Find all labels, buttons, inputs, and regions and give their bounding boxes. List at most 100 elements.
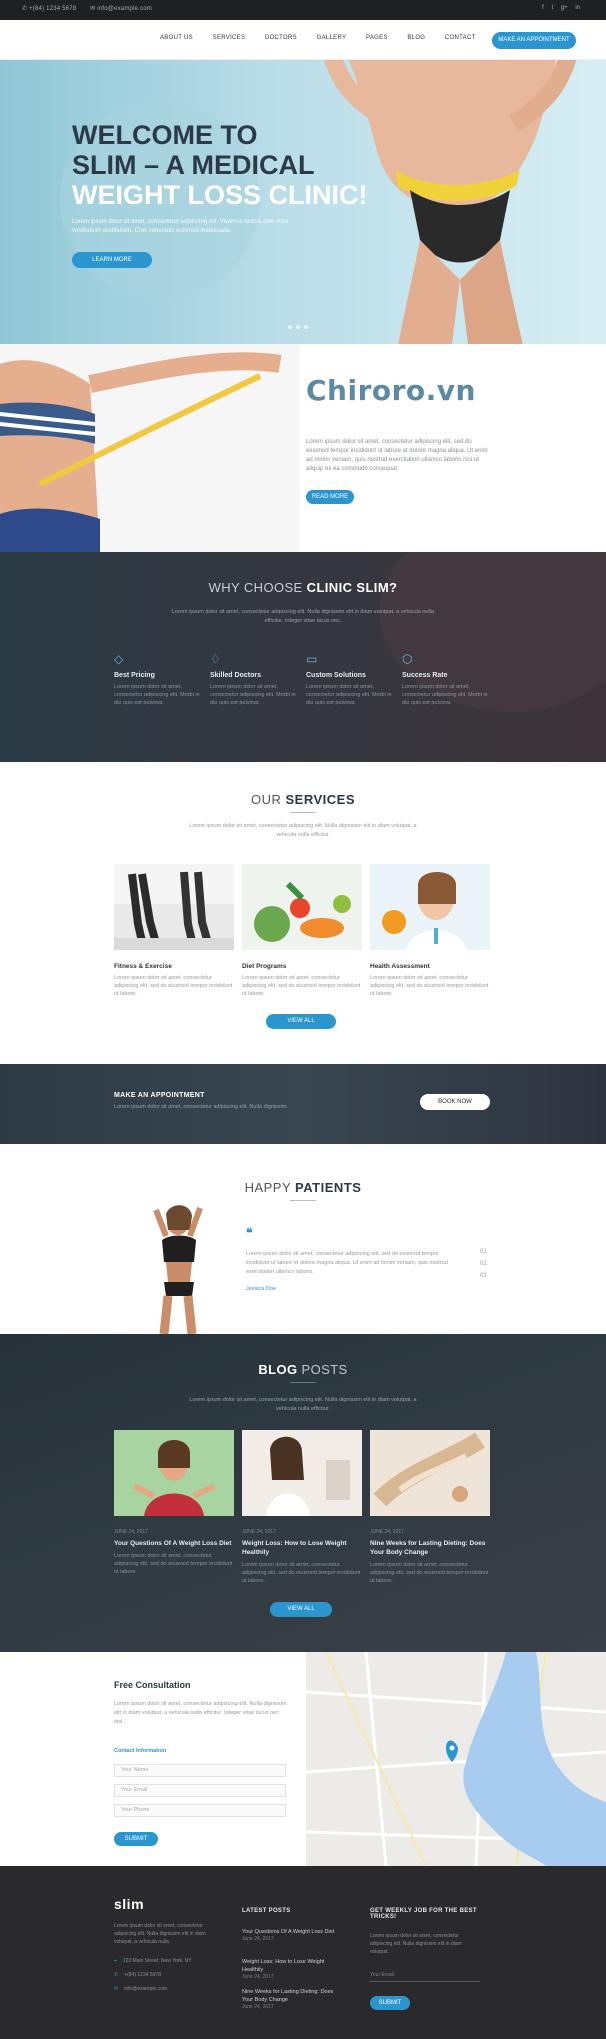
testimonials-section: HAPPY PATIENTS ❝ Lorem ipsum dolor sit a…	[0, 1144, 606, 1334]
google-plus-icon[interactable]: g+	[561, 5, 568, 11]
slider-dot[interactable]	[288, 325, 292, 329]
name-field[interactable]: Your Name	[114, 1764, 286, 1777]
services-title-bold: SERVICES	[285, 792, 356, 807]
consultation-submit-button[interactable]: SUBMIT	[114, 1832, 158, 1846]
testimonial-author: Jessica Doe	[246, 1286, 276, 1292]
blog-post-card[interactable]: JUNE 24, 2017 Your Questions Of A Weight…	[114, 1430, 234, 1576]
email-field[interactable]: Your Email	[114, 1784, 286, 1797]
appointment-banner: MAKE AN APPOINTMENT Lorem ipsum dolor si…	[0, 1064, 606, 1144]
site-header: ABOUT US SERVICES DOCTORS GALLERY PAGES …	[0, 20, 606, 60]
newsletter-submit-button[interactable]: SUBMIT	[370, 1996, 410, 2010]
appointment-title: MAKE AN APPOINTMENT	[114, 1092, 205, 1099]
feature-best-pricing: ◇ Best Pricing Lorem ipsum dolor sit ame…	[114, 652, 204, 707]
services-view-all-button[interactable]: VIEW ALL	[266, 1014, 336, 1029]
blog-title-light: POSTS	[301, 1362, 348, 1377]
services-section: OUR SERVICES Lorem ipsum dolor sit amet,…	[0, 762, 606, 1064]
hero-title-line3: WEIGHT LOSS CLINIC!	[72, 180, 368, 210]
form-label: Contact Information	[114, 1748, 167, 1754]
latest-post-item[interactable]: Weight Loss: How to Lose Weight Healthil…	[242, 1958, 338, 1980]
post-date: JUNE 24, 2017	[114, 1529, 148, 1535]
hero-title: WELCOME TO SLIM – A MEDICAL WEIGHT LOSS …	[72, 120, 392, 210]
hero-lead: Lorem ipsum dolor sit amet, consectetur …	[72, 219, 289, 234]
nav-item-pages[interactable]: PAGES	[366, 35, 388, 41]
latest-post-title[interactable]: Your Questions Of A Weight Loss Diet	[242, 1928, 338, 1936]
main-nav: ABOUT US SERVICES DOCTORS GALLERY PAGES …	[160, 35, 494, 41]
why-choose-section: WHY CHOOSE CLINIC SLIM? Lorem ipsum dolo…	[0, 552, 606, 762]
phone-field[interactable]: Your Phone	[114, 1804, 286, 1817]
twitter-icon[interactable]: t	[551, 5, 553, 11]
post-excerpt: Lorem ipsum dolor sit amet, consectetur …	[242, 1562, 361, 1584]
latest-posts-title: LATEST POSTS	[242, 1908, 291, 1914]
service-card[interactable]: Diet Programs Lorem ipsum dolor sit amet…	[242, 864, 362, 998]
newsletter-email-input[interactable]: Your Email	[370, 1970, 480, 1982]
blog-post-image	[242, 1430, 362, 1516]
feature-text: Lorem ipsum dolor sit amet, consectetur …	[210, 684, 296, 706]
about-read-more-button[interactable]: READ MORE	[306, 490, 354, 504]
pager-item[interactable]: 03	[480, 1270, 487, 1282]
blog-post-card[interactable]: JUNE 24, 2017 Nine Weeks for Lasting Die…	[370, 1430, 490, 1585]
latest-post-title[interactable]: Nine Weeks for Lasting Dieting: Does You…	[242, 1988, 338, 2004]
title-divider	[290, 1382, 316, 1383]
service-card[interactable]: Health Assessment Lorem ipsum dolor sit …	[370, 864, 490, 998]
feature-title: Custom Solutions	[306, 672, 366, 679]
post-excerpt: Lorem ipsum dolor sit amet, consectetur …	[114, 1553, 233, 1575]
service-title: Health Assessment	[370, 963, 430, 970]
service-image-health	[370, 864, 490, 950]
footer-about-text: Lorem ipsum dolor sit amet, consectetur …	[114, 1923, 206, 1945]
hero-title-line2: SLIM – A MEDICAL	[72, 150, 315, 180]
logo[interactable]	[24, 32, 84, 48]
consultation-text: Lorem ipsum dolor sit amet, consectetur …	[114, 1701, 287, 1725]
blog-post-card[interactable]: JUNE 24, 2017 Weight Loss: How to Lose W…	[242, 1430, 362, 1585]
blog-post-image	[370, 1430, 490, 1516]
services-title-light: OUR	[250, 792, 282, 807]
patients-title-light: HAPPY	[244, 1180, 291, 1195]
top-bar: ✆ +(84) 1234 5678 ✉ info@example.com f t…	[0, 0, 606, 20]
service-title: Diet Programs	[242, 963, 287, 970]
why-title-bold: CLINIC SLIM?	[306, 580, 398, 595]
post-date: JUNE 24, 2017	[370, 1529, 404, 1535]
nav-item-services[interactable]: SERVICES	[213, 35, 246, 41]
footer-logo[interactable]: slim	[114, 1896, 144, 1912]
post-title[interactable]: Your Questions Of A Weight Loss Diet	[114, 1539, 234, 1548]
patient-photo	[153, 1205, 203, 1334]
slider-dot[interactable]	[296, 325, 300, 329]
feature-title: Best Pricing	[114, 672, 155, 679]
site-footer: slim Lorem ipsum dolor sit amet, consect…	[0, 1866, 606, 2039]
feature-title: Success Rate	[402, 672, 448, 679]
newsletter-text: Lorem ipsum dolor sit amet, consectetur …	[370, 1933, 462, 1955]
latest-post-item[interactable]: Your Questions Of A Weight Loss Diet Jun…	[242, 1928, 338, 1942]
top-email: ✉ info@example.com	[90, 6, 152, 12]
appointment-button[interactable]: MAKE AN APPOINTMENT	[492, 32, 576, 49]
service-image-diet	[242, 864, 362, 950]
service-card[interactable]: Fitness & Exercise Lorem ipsum dolor sit…	[114, 864, 234, 998]
nav-item-blog[interactable]: BLOG	[407, 35, 425, 41]
post-title[interactable]: Nine Weeks for Lasting Dieting: Does You…	[370, 1539, 490, 1557]
facebook-icon[interactable]: f	[542, 5, 544, 11]
latest-post-title[interactable]: Weight Loss: How to Lose Weight Healthil…	[242, 1958, 338, 1974]
consultation-section: Free Consultation Lorem ipsum dolor sit …	[0, 1652, 306, 1866]
post-title[interactable]: Weight Loss: How to Lose Weight Healthil…	[242, 1539, 362, 1557]
book-now-button[interactable]: BOOK NOW	[420, 1094, 490, 1110]
diamond-icon: ♢	[210, 652, 221, 666]
location-map[interactable]	[306, 1652, 606, 1866]
hero-slider: WELCOME TO SLIM – A MEDICAL WEIGHT LOSS …	[0, 60, 606, 344]
services-subtitle: Lorem ipsum dolor sit amet, consectetur …	[189, 823, 417, 838]
post-date: JUNE 24, 2017	[242, 1529, 276, 1535]
latest-post-item[interactable]: Nine Weeks for Lasting Dieting: Does You…	[242, 1988, 338, 2010]
hero-learn-more-button[interactable]: LEARN MORE	[72, 252, 152, 268]
about-model-image	[0, 344, 300, 552]
slider-dot[interactable]	[304, 325, 308, 329]
feature-text: Lorem ipsum dolor sit amet, consectetur …	[114, 684, 200, 706]
nav-item-about[interactable]: ABOUT US	[160, 35, 193, 41]
nav-item-contact[interactable]: CONTACT	[445, 35, 476, 41]
linkedin-icon[interactable]: in	[575, 5, 580, 11]
pager-item[interactable]: 02	[480, 1258, 487, 1270]
nav-item-gallery[interactable]: GALLERY	[317, 35, 347, 41]
service-text: Lorem ipsum dolor sit amet, consectetur …	[370, 975, 489, 997]
patients-title: HAPPY PATIENTS	[0, 1180, 606, 1195]
nav-item-doctors[interactable]: DOCTORS	[265, 35, 297, 41]
blog-view-all-button[interactable]: VIEW ALL	[270, 1602, 332, 1617]
feature-text: Lorem ipsum dolor sit amet, consectetur …	[306, 684, 392, 706]
hero-slider-dots	[288, 316, 312, 334]
pager-item[interactable]: 01	[480, 1246, 487, 1258]
